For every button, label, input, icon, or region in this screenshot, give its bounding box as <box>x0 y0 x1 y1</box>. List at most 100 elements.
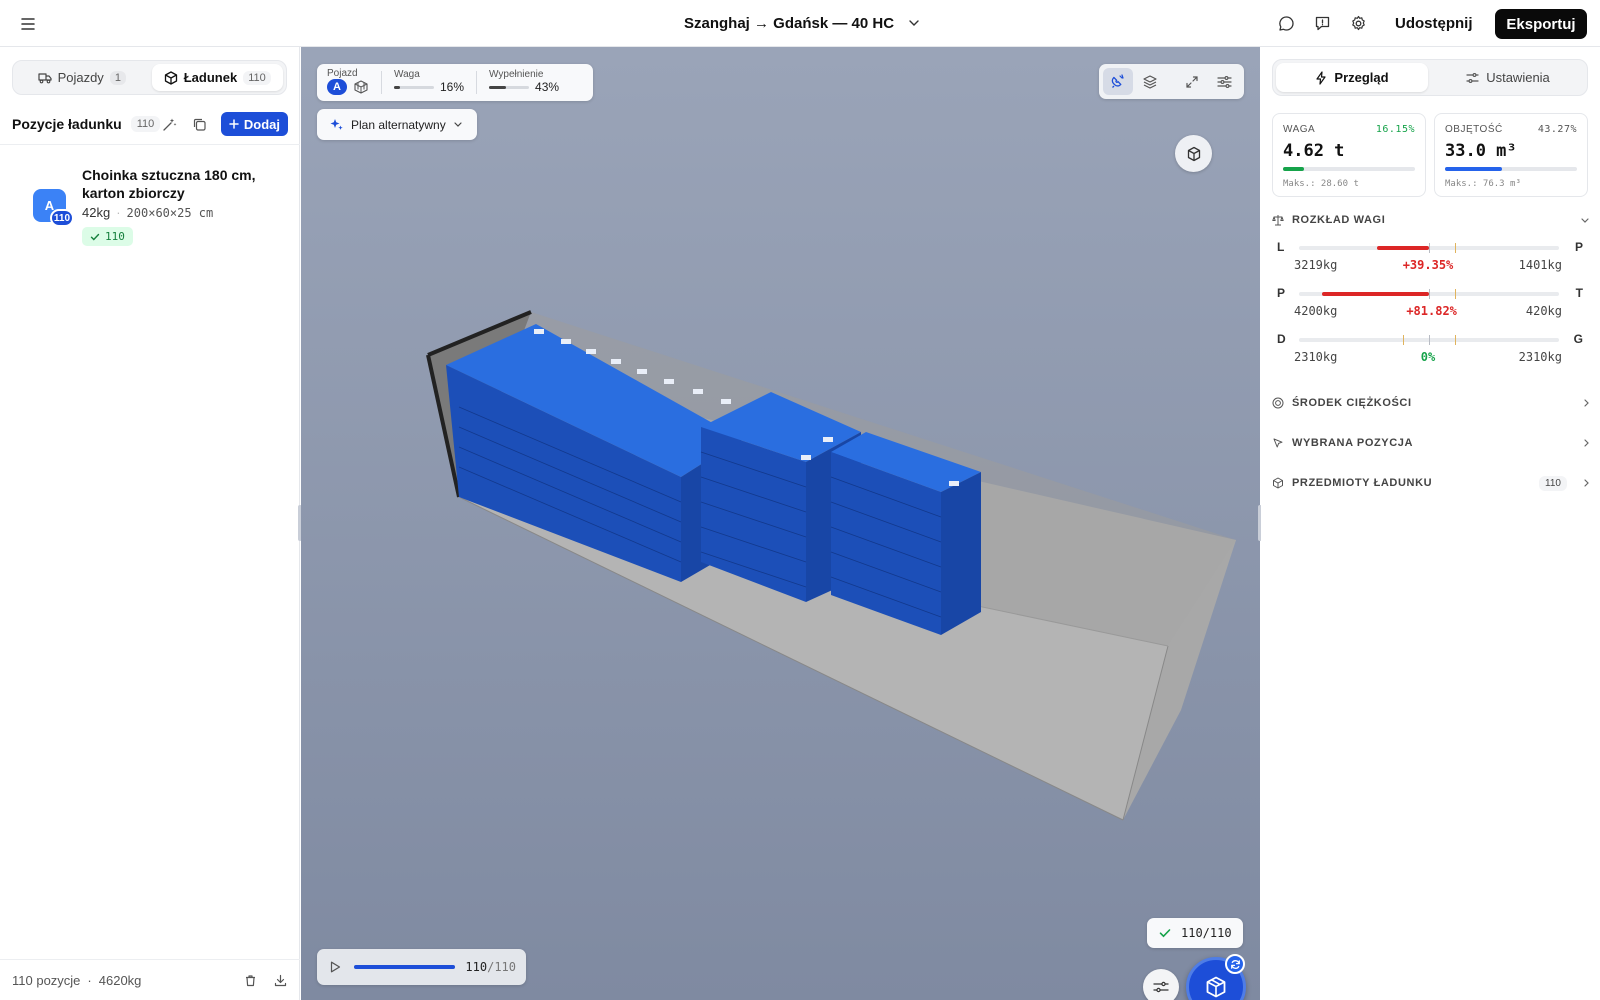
volume-card: OBJĘTOŚĆ 43.27% 33.0 m³ Maks.: 76.3 m³ <box>1434 113 1588 197</box>
target-icon <box>1272 397 1284 409</box>
tab-settings[interactable]: Ustawienia <box>1432 63 1584 92</box>
center-of-gravity-section[interactable]: ŚRODEK CIĘŻKOŚCI <box>1272 393 1590 413</box>
placed-status-badge: 110/110 <box>1147 918 1243 948</box>
weight-distribution-section[interactable]: ROZKŁAD WAGI <box>1272 210 1590 230</box>
settings-sliders-icon <box>1466 72 1479 84</box>
vehicle-row: A <box>327 79 369 95</box>
balance-right-value: 2310kg <box>1518 350 1562 364</box>
weight-card-progress <box>1283 167 1415 171</box>
left-footer: 110 pozycje · 4620kg <box>0 959 300 1000</box>
tab-cargo[interactable]: Ładunek 110 <box>151 64 283 91</box>
list-item[interactable]: A 110 Choinka sztuczna 180 cm, karton zb… <box>33 157 288 252</box>
balance-track <box>1299 289 1559 299</box>
trash-icon[interactable] <box>242 972 258 988</box>
plan-selector[interactable]: Plan alternatywny <box>317 109 477 140</box>
play-icon[interactable] <box>327 958 344 976</box>
container-icon[interactable] <box>353 80 369 94</box>
volume-card-percent: 43.27% <box>1537 124 1577 135</box>
vehicle-badge[interactable]: A <box>327 79 347 95</box>
cargo-front-face <box>941 472 981 635</box>
cargo-items-count: 110 <box>1539 475 1567 491</box>
vehicle-label: Pojazd <box>327 68 358 79</box>
balance-right-axis: P <box>1574 240 1583 254</box>
share-button[interactable]: Udostępnij <box>1395 12 1473 34</box>
balance-left-value: 2310kg <box>1294 350 1338 364</box>
tab-overview[interactable]: Przegląd <box>1276 63 1428 92</box>
center-of-gravity-title: ŚRODEK CIĘŻKOŚCI <box>1292 397 1412 409</box>
footer-positions: 110 pozycje <box>12 972 81 988</box>
box-icon <box>1204 975 1228 999</box>
weight-progress-fill <box>394 85 401 89</box>
lightning-icon <box>1315 70 1327 85</box>
volume-card-label: OBJĘTOŚĆ <box>1445 124 1503 135</box>
expand-icon[interactable] <box>1177 68 1207 95</box>
view-cube-icon[interactable] <box>1175 135 1212 172</box>
balance-percent: +81.82% <box>1406 304 1457 318</box>
selected-item-title: WYBRANA POZYCJA <box>1292 437 1414 449</box>
weight-card-label: WAGA <box>1283 124 1316 135</box>
header-icons <box>1276 13 1368 33</box>
chevron-right-icon <box>1583 478 1590 488</box>
tab-cargo-count: 110 <box>243 70 271 85</box>
cargo-list-count: 110 <box>130 116 161 132</box>
balance-values: 4200kg +81.82% 420kg <box>1294 304 1562 318</box>
divider <box>0 144 300 145</box>
scale-icon <box>1272 214 1284 226</box>
chevron-down-icon <box>453 121 463 128</box>
weight-card-value: 4.62 t <box>1283 141 1345 161</box>
project-title-selector[interactable]: Szanghaj → Gdańsk — 40 HC <box>684 12 920 34</box>
weight-progress <box>394 85 434 89</box>
balance-center-mark <box>1429 289 1430 299</box>
left-tabs: Pojazdy 1 Ładunek 110 <box>12 60 287 95</box>
weight-stat-label: Waga <box>394 69 420 80</box>
item-meta: 42kg · 200×60×25 cm <box>82 205 213 220</box>
divider <box>381 71 382 94</box>
balance-limit-mark <box>1455 243 1456 253</box>
balance-left-axis: L <box>1277 240 1285 254</box>
cargo-list-header: Pozycje ładunku 110 Dodaj <box>12 112 288 136</box>
weight-card-max: Maks.: 28.60 t <box>1283 179 1359 189</box>
duplicate-icon[interactable] <box>191 115 209 133</box>
sequence-slider[interactable] <box>353 965 456 969</box>
chat-icon[interactable] <box>1276 13 1296 33</box>
tab-vehicles[interactable]: Pojazdy 1 <box>16 64 148 91</box>
weight-stat: Waga 16% <box>394 64 464 101</box>
3d-viewport[interactable]: Pojazd A Waga 16% Wypełnienie 43% Plan a… <box>301 47 1260 1000</box>
layers-icon[interactable] <box>1135 68 1165 95</box>
sliders-icon[interactable] <box>1209 68 1239 95</box>
balance-right-axis: G <box>1573 332 1583 346</box>
balance-left-axis: P <box>1277 286 1286 300</box>
menu-icon[interactable] <box>17 14 39 34</box>
weight-stat-value: 16% <box>440 80 465 94</box>
weight-card-header: WAGA 16.15% <box>1283 124 1415 135</box>
filter-icon[interactable] <box>1143 969 1179 1000</box>
right-tabs: Przegląd Ustawienia <box>1272 59 1588 96</box>
balance-bottom-top: D G 2310kg 0% 2310kg <box>1277 332 1583 372</box>
cargo-items-section[interactable]: PRZEDMIOTY ŁADUNKU 110 <box>1272 473 1590 493</box>
gear-icon[interactable] <box>1348 13 1368 33</box>
weight-stat-row: 16% <box>394 80 464 94</box>
refresh-icon[interactable] <box>1225 954 1245 974</box>
tab-settings-label: Ustawienia <box>1486 70 1550 85</box>
magnet-icon[interactable] <box>1103 68 1133 95</box>
download-icon[interactable] <box>272 972 288 988</box>
cargo-list-title: Pozycje ładunku <box>12 116 122 132</box>
selected-item-section[interactable]: WYBRANA POZYCJA <box>1272 433 1590 453</box>
weight-card-progress-fill <box>1283 167 1305 171</box>
export-button[interactable]: Eksportuj <box>1495 9 1587 39</box>
check-icon <box>90 232 100 242</box>
magic-wand-icon[interactable] <box>161 115 179 133</box>
vehicle-selector[interactable]: Pojazd A <box>327 64 369 101</box>
tab-cargo-label: Ładunek <box>183 70 238 85</box>
balance-fill <box>1377 246 1429 250</box>
placed-status-text: 110/110 <box>1181 926 1232 940</box>
add-item-button[interactable]: Dodaj <box>220 112 288 136</box>
balance-percent: 0% <box>1420 350 1436 364</box>
sequence-total: /110 <box>487 960 516 974</box>
sequence-slider-fill <box>353 965 456 969</box>
feedback-icon[interactable] <box>1312 13 1332 33</box>
vehicle-stats-panel: Pojazd A Waga 16% Wypełnienie 43% <box>317 64 593 101</box>
plan-label: Plan alternatywny <box>351 117 446 132</box>
volume-card-progress <box>1445 167 1577 171</box>
item-dimensions: 200×60×25 cm <box>126 205 214 220</box>
